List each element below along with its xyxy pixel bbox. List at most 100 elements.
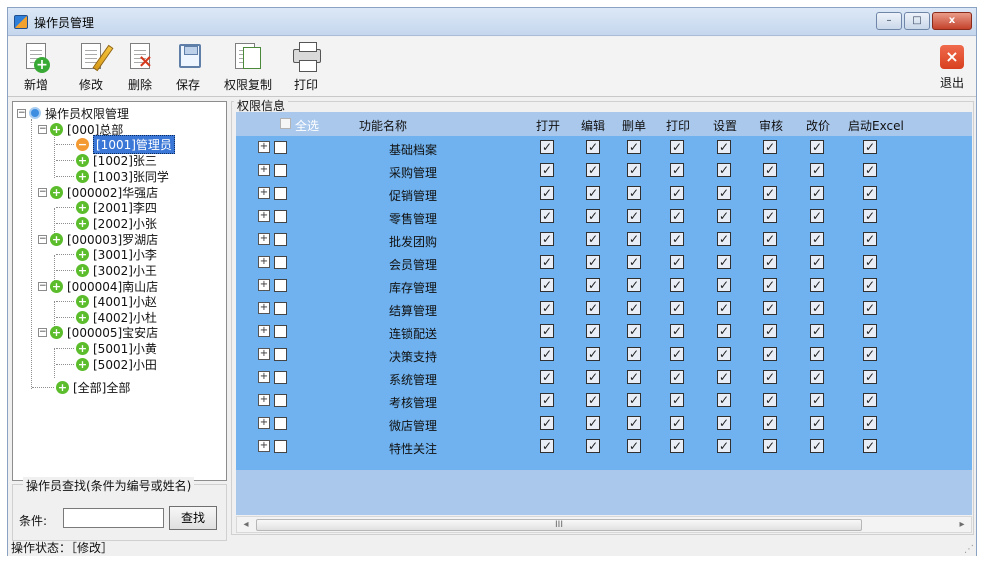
row-select-checkbox[interactable]	[274, 325, 287, 338]
resize-grip-icon[interactable]: ⋰	[964, 545, 974, 555]
select-all-checkbox[interactable]	[280, 118, 291, 129]
permission-checkbox[interactable]: ✓	[627, 370, 641, 384]
expand-row-icon[interactable]: +	[258, 371, 270, 383]
permission-checkbox[interactable]: ✓	[763, 393, 777, 407]
collapse-icon[interactable]: −	[38, 124, 47, 134]
tree-node[interactable]: + [1002]张三	[76, 152, 157, 168]
collapse-icon[interactable]: −	[38, 187, 47, 197]
permission-checkbox[interactable]: ✓	[627, 393, 641, 407]
tree-node[interactable]: + [4001]小赵	[76, 293, 157, 309]
permission-checkbox[interactable]: ✓	[763, 209, 777, 223]
permission-checkbox[interactable]: ✓	[540, 370, 554, 384]
permission-checkbox[interactable]: ✓	[670, 347, 684, 361]
permission-checkbox[interactable]: ✓	[763, 301, 777, 315]
permission-checkbox[interactable]: ✓	[586, 163, 600, 177]
row-select-checkbox[interactable]	[274, 233, 287, 246]
permission-checkbox[interactable]: ✓	[763, 232, 777, 246]
permission-checkbox[interactable]: ✓	[810, 163, 824, 177]
permission-checkbox[interactable]: ✓	[717, 140, 731, 154]
tree-node[interactable]: − + [000005]宝安店	[38, 324, 158, 340]
expand-row-icon[interactable]: +	[258, 440, 270, 452]
permission-checkbox[interactable]: ✓	[627, 255, 641, 269]
permission-checkbox[interactable]: ✓	[810, 209, 824, 223]
permission-checkbox[interactable]: ✓	[670, 232, 684, 246]
permission-checkbox[interactable]: ✓	[763, 324, 777, 338]
permission-checkbox[interactable]: ✓	[627, 232, 641, 246]
tree-node[interactable]: + [3001]小李	[76, 246, 157, 262]
permission-checkbox[interactable]: ✓	[627, 301, 641, 315]
scroll-left-icon[interactable]: ◂	[238, 518, 254, 532]
permission-checkbox[interactable]: ✓	[810, 393, 824, 407]
permission-checkbox[interactable]: ✓	[586, 186, 600, 200]
row-select-checkbox[interactable]	[274, 417, 287, 430]
row-select-checkbox[interactable]	[274, 302, 287, 315]
permission-checkbox[interactable]: ✓	[670, 439, 684, 453]
permission-checkbox[interactable]: ✓	[717, 370, 731, 384]
permission-checkbox[interactable]: ✓	[863, 439, 877, 453]
permission-checkbox[interactable]: ✓	[627, 416, 641, 430]
permission-checkbox[interactable]: ✓	[810, 278, 824, 292]
permission-checkbox[interactable]: ✓	[863, 232, 877, 246]
permission-checkbox[interactable]: ✓	[810, 347, 824, 361]
permission-checkbox[interactable]: ✓	[863, 140, 877, 154]
row-select-checkbox[interactable]	[274, 394, 287, 407]
edit-button[interactable]: 修改	[71, 41, 114, 93]
permission-checkbox[interactable]: ✓	[670, 186, 684, 200]
permission-checkbox[interactable]: ✓	[540, 301, 554, 315]
permission-checkbox[interactable]: ✓	[863, 416, 877, 430]
permission-checkbox[interactable]: ✓	[627, 347, 641, 361]
permission-checkbox[interactable]: ✓	[863, 209, 877, 223]
delete-button[interactable]: × 删除	[120, 41, 160, 93]
expand-row-icon[interactable]: +	[258, 279, 270, 291]
collapse-icon[interactable]: −	[38, 234, 47, 244]
permission-checkbox[interactable]: ✓	[586, 209, 600, 223]
tree-node[interactable]: + [2002]小张	[76, 215, 157, 231]
expand-row-icon[interactable]: +	[258, 325, 270, 337]
copy-permission-button[interactable]: 权限复制	[220, 41, 276, 93]
permission-checkbox[interactable]: ✓	[863, 255, 877, 269]
permission-checkbox[interactable]: ✓	[810, 370, 824, 384]
permission-checkbox[interactable]: ✓	[763, 140, 777, 154]
row-select-checkbox[interactable]	[274, 164, 287, 177]
row-select-checkbox[interactable]	[274, 371, 287, 384]
permission-checkbox[interactable]: ✓	[717, 439, 731, 453]
permission-checkbox[interactable]: ✓	[810, 416, 824, 430]
search-button[interactable]: 查找	[169, 506, 217, 530]
permission-checkbox[interactable]: ✓	[670, 301, 684, 315]
permission-checkbox[interactable]: ✓	[540, 324, 554, 338]
permission-checkbox[interactable]: ✓	[717, 393, 731, 407]
permission-checkbox[interactable]: ✓	[670, 324, 684, 338]
tree-node[interactable]: + [3002]小王	[76, 262, 157, 278]
minimize-button[interactable]: –	[876, 12, 902, 30]
permission-checkbox[interactable]: ✓	[670, 255, 684, 269]
expand-row-icon[interactable]: +	[258, 394, 270, 406]
permission-checkbox[interactable]: ✓	[810, 301, 824, 315]
collapse-icon[interactable]: −	[38, 281, 47, 291]
permission-checkbox[interactable]: ✓	[586, 232, 600, 246]
row-select-checkbox[interactable]	[274, 440, 287, 453]
permission-checkbox[interactable]: ✓	[540, 416, 554, 430]
save-button[interactable]: 保存	[168, 41, 208, 93]
permission-checkbox[interactable]: ✓	[717, 278, 731, 292]
expand-row-icon[interactable]: +	[258, 141, 270, 153]
permission-checkbox[interactable]: ✓	[717, 301, 731, 315]
permission-checkbox[interactable]: ✓	[670, 209, 684, 223]
expand-row-icon[interactable]: +	[258, 417, 270, 429]
permission-checkbox[interactable]: ✓	[540, 393, 554, 407]
permission-checkbox[interactable]: ✓	[763, 347, 777, 361]
tree-node[interactable]: + [全部]全部	[56, 379, 130, 395]
permission-checkbox[interactable]: ✓	[670, 278, 684, 292]
permission-checkbox[interactable]: ✓	[863, 324, 877, 338]
permission-checkbox[interactable]: ✓	[717, 255, 731, 269]
permission-checkbox[interactable]: ✓	[586, 416, 600, 430]
permission-checkbox[interactable]: ✓	[540, 209, 554, 223]
permission-checkbox[interactable]: ✓	[540, 140, 554, 154]
permission-checkbox[interactable]: ✓	[863, 278, 877, 292]
exit-button[interactable]: × 退出	[932, 41, 972, 93]
horizontal-scrollbar[interactable]: ◂ III ▸	[236, 516, 972, 533]
permission-checkbox[interactable]: ✓	[540, 232, 554, 246]
scroll-right-icon[interactable]: ▸	[954, 518, 970, 532]
permission-checkbox[interactable]: ✓	[670, 416, 684, 430]
collapse-icon[interactable]: −	[17, 108, 26, 118]
permission-checkbox[interactable]: ✓	[810, 255, 824, 269]
